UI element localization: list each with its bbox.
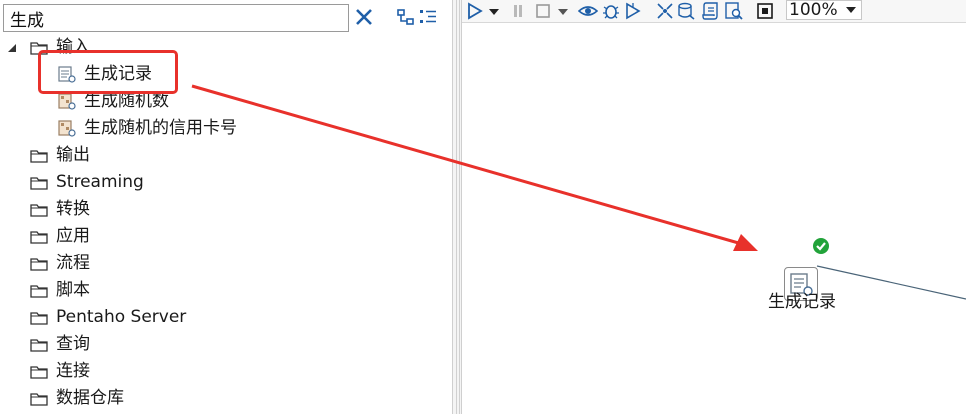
tree-label: Pentaho Server (56, 307, 187, 327)
run-icon[interactable] (466, 1, 484, 21)
folder-icon (30, 204, 48, 217)
folder-icon (30, 150, 48, 163)
stop-dropdown-icon[interactable] (557, 1, 569, 21)
verify-icon[interactable] (655, 1, 675, 21)
chevron-down-icon (846, 7, 856, 13)
step-label: 生成记录 (768, 292, 836, 312)
tree-folder-output[interactable]: 输出 (0, 142, 300, 169)
tree-label: 输出 (56, 145, 90, 165)
folder-icon (30, 231, 48, 244)
explore-db-icon[interactable] (724, 1, 744, 21)
expanded-arrow-icon[interactable] (7, 43, 17, 53)
tree-folder-pentaho-server[interactable]: Pentaho Server (0, 304, 300, 331)
replay-icon[interactable] (624, 1, 642, 21)
preview-icon[interactable] (578, 1, 598, 21)
tree-label: 连接 (56, 361, 90, 381)
folder-icon (30, 339, 48, 352)
tree-folder-joins[interactable]: 连接 (0, 358, 300, 385)
tree-label: 应用 (56, 226, 90, 246)
tree-folder-utility[interactable]: 应用 (0, 223, 300, 250)
generate-credit-card-icon (58, 120, 76, 137)
tree-label: Streaming (56, 172, 144, 192)
transformation-canvas-panel: 100% 生成记录 (462, 0, 966, 414)
highlight-box (38, 50, 178, 94)
splitter-line (456, 0, 457, 414)
folder-icon (30, 258, 48, 271)
tree-folder-streaming[interactable]: Streaming (0, 169, 300, 196)
tree-label: 查询 (56, 334, 90, 354)
tree-folder-data-warehouse[interactable]: 数据仓库 (0, 385, 300, 412)
show-results-icon[interactable] (756, 1, 774, 21)
steps-panel: 输入 生成记录 生成随机数 (0, 0, 452, 414)
collapse-all-icon[interactable] (396, 7, 416, 27)
zoom-select[interactable]: 100% (786, 0, 862, 20)
tree-label: 数据仓库 (56, 388, 124, 408)
tree-label: 流程 (56, 253, 90, 273)
tree-item-generate-credit-card[interactable]: 生成随机的信用卡号 (0, 115, 300, 142)
sql-script-icon[interactable] (701, 1, 721, 21)
tree-label: 脚本 (56, 280, 90, 300)
canvas-toolbar: 100% (462, 0, 966, 23)
zoom-value: 100% (789, 0, 838, 20)
canvas-overlay (816, 265, 966, 300)
tree-folder-lookup[interactable]: 查询 (0, 331, 300, 358)
tree-folder-scripting[interactable]: 脚本 (0, 277, 300, 304)
tree-folder-flow[interactable]: 流程 (0, 250, 300, 277)
debug-icon[interactable] (601, 1, 621, 21)
transformation-canvas[interactable]: 生成记录 (462, 23, 966, 414)
impact-analysis-icon[interactable] (677, 1, 697, 21)
stop-icon[interactable] (535, 1, 551, 21)
folder-icon (30, 177, 48, 190)
run-dropdown-icon[interactable] (488, 1, 500, 21)
folder-icon (30, 393, 48, 406)
clear-search-icon[interactable] (354, 7, 374, 27)
tree-folder-transform[interactable]: 转换 (0, 196, 300, 223)
panel-splitter[interactable] (452, 0, 462, 414)
tree-label: 生成随机的信用卡号 (84, 118, 237, 138)
search-input[interactable] (3, 4, 349, 32)
generate-random-icon (58, 93, 76, 110)
status-ok-icon (813, 238, 829, 254)
expand-all-icon[interactable] (418, 7, 438, 27)
tree-label: 转换 (56, 199, 90, 219)
folder-icon (30, 312, 48, 325)
folder-icon (30, 366, 48, 379)
folder-icon (30, 285, 48, 298)
splitter-line (459, 0, 460, 414)
pause-icon[interactable] (512, 1, 524, 21)
